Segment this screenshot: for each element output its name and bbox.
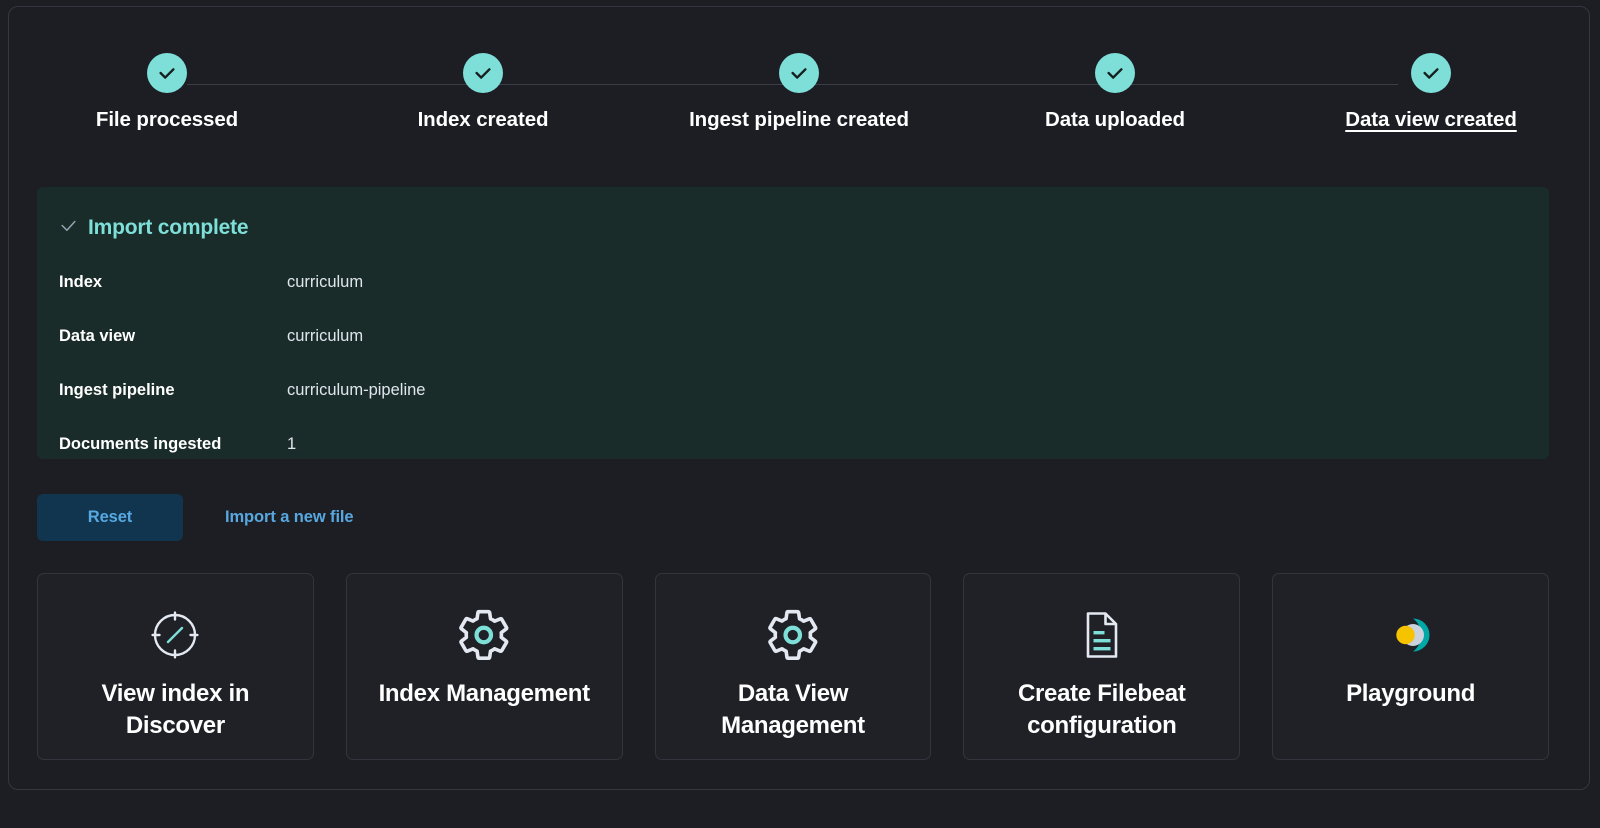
check-icon [472, 62, 494, 84]
stepper-step-index-created[interactable]: Index created [325, 53, 641, 132]
step-status-circle [1411, 53, 1451, 93]
reset-button[interactable]: Reset [37, 494, 183, 541]
gear-icon [456, 606, 512, 664]
check-icon [1104, 62, 1126, 84]
gear-icon [765, 606, 821, 664]
stepper-step-ingest-pipeline-created[interactable]: Ingest pipeline created [641, 53, 957, 132]
import-a-new-file-link[interactable]: Import a new file [225, 508, 354, 527]
step-status-circle [147, 53, 187, 93]
compass-icon [147, 606, 203, 664]
import-stepper: File processed Index created Ingest pipe… [9, 53, 1589, 163]
card-playground[interactable]: Playground [1272, 573, 1549, 760]
stepper-step-data-view-created[interactable]: Data view created [1273, 53, 1589, 132]
summary-value: curriculum [287, 272, 364, 291]
summary-row-data-view: Data view curriculum [59, 309, 1549, 363]
playground-logo-icon [1383, 606, 1439, 664]
card-title: Create Filebeat configuration [1017, 680, 1186, 739]
step-status-circle [463, 53, 503, 93]
summary-key: Ingest pipeline [59, 380, 175, 399]
stepper-step-file-processed[interactable]: File processed [9, 53, 325, 132]
import-complete-header: Import complete [37, 215, 1549, 241]
summary-key: Documents ingested [59, 434, 222, 453]
import-summary-list: Index curriculum Data view curriculum In… [37, 255, 1549, 471]
import-complete-title: Import complete [88, 216, 249, 239]
import-complete-callout: Import complete Index curriculum Data vi… [37, 187, 1549, 459]
document-icon [1074, 606, 1130, 664]
step-status-circle [779, 53, 819, 93]
stepper-step-label: File processed [95, 108, 239, 131]
stepper-step-label: Index created [417, 108, 549, 131]
summary-row-index: Index curriculum [59, 255, 1549, 309]
card-index-management[interactable]: Index Management [345, 573, 623, 760]
stepper-step-label: Data view created [1345, 108, 1517, 131]
stepper-step-label: Ingest pipeline created [689, 108, 909, 131]
summary-row-documents-ingested: Documents ingested 1 [59, 417, 1549, 471]
action-bar: Reset Import a new file [37, 494, 354, 541]
summary-key: Data view [59, 326, 136, 345]
stepper-step-data-uploaded[interactable]: Data uploaded [957, 53, 1273, 132]
card-title: Index Management [378, 680, 591, 707]
import-summary-panel: File processed Index created Ingest pipe… [8, 6, 1590, 790]
summary-value: 1 [287, 434, 297, 453]
summary-value: curriculum-pipeline [287, 380, 426, 399]
summary-key: Index [59, 272, 103, 291]
card-create-filebeat-configuration[interactable]: Create Filebeat configuration [963, 573, 1241, 760]
card-title: View index in Discover [101, 680, 250, 739]
check-icon [788, 62, 810, 84]
stepper-step-label: Data uploaded [1045, 108, 1185, 131]
next-steps-cards: View index in Discover Index Management … [37, 573, 1549, 760]
check-icon [1420, 62, 1442, 84]
card-title: Data View Management [721, 680, 865, 739]
stepper-steps: File processed Index created Ingest pipe… [9, 53, 1589, 132]
summary-value: curriculum [287, 326, 364, 345]
card-title: Playground [1346, 680, 1476, 707]
card-view-index-in-discover[interactable]: View index in Discover [37, 573, 314, 760]
summary-row-ingest-pipeline: Ingest pipeline curriculum-pipeline [59, 363, 1549, 417]
step-status-circle [1095, 53, 1135, 93]
check-icon [59, 216, 78, 240]
check-icon [156, 62, 178, 84]
card-data-view-management[interactable]: Data View Management [654, 573, 932, 760]
